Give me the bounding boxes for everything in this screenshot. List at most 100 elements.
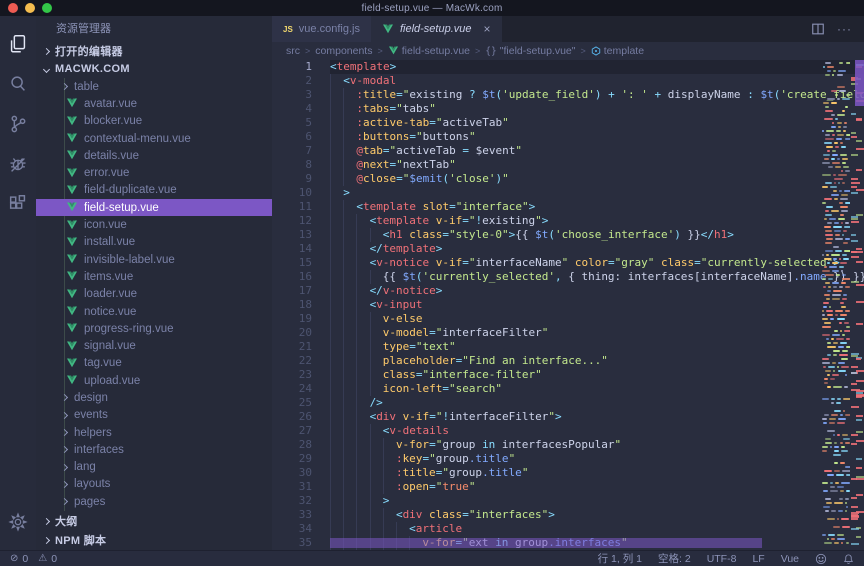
zoom-window-button[interactable]	[42, 3, 52, 13]
vue-file-icon	[66, 254, 78, 265]
settings-gear-icon[interactable]	[0, 502, 36, 542]
tree-folder-design[interactable]: design	[36, 389, 272, 406]
tree-file-tag.vue[interactable]: tag.vue	[36, 355, 272, 372]
code-line-6: :buttons="buttons"	[330, 130, 864, 144]
debug-icon[interactable]	[0, 144, 36, 184]
tree-file-contextual-menu.vue[interactable]: contextual-menu.vue	[36, 130, 272, 147]
tree-item-label: lang	[74, 461, 96, 473]
tab-field-setup.vue[interactable]: field-setup.vue ×	[371, 16, 502, 42]
vue-file-icon	[66, 185, 78, 196]
tree-file-loader.vue[interactable]: loader.vue	[36, 286, 272, 303]
vertical-scrollbar[interactable]	[855, 60, 864, 106]
tree-file-blocker.vue[interactable]: blocker.vue	[36, 113, 272, 130]
tree-file-invisible-label.vue[interactable]: invisible-label.vue	[36, 251, 272, 268]
breadcrumb-item[interactable]: components	[315, 45, 372, 57]
tree-file-error.vue[interactable]: error.vue	[36, 164, 272, 181]
minimap[interactable]	[822, 60, 850, 550]
code-line-34: <article	[330, 522, 864, 536]
tree-file-avatar.vue[interactable]: avatar.vue	[36, 95, 272, 112]
notifications-bell-icon	[843, 553, 854, 565]
vue-file-icon	[66, 341, 78, 352]
open-editors-section[interactable]: 打开的编辑器	[36, 42, 272, 60]
tree-item-label: items.vue	[84, 271, 133, 283]
vue-file-icon	[66, 237, 78, 248]
tree-item-label: design	[74, 392, 108, 404]
npm-scripts-label: NPM 脚本	[55, 532, 106, 548]
status-item-UTF-8[interactable]: UTF-8	[707, 553, 737, 565]
code-line-30: :title="group.title"	[330, 466, 864, 480]
status-item-0[interactable]: ⚠0	[38, 553, 57, 565]
breadcrumb-item[interactable]: field-setup.vue	[388, 45, 470, 57]
breadcrumb-item[interactable]: src	[286, 45, 300, 57]
tree-file-upload.vue[interactable]: upload.vue	[36, 372, 272, 389]
tree-file-items.vue[interactable]: items.vue	[36, 268, 272, 285]
tab-label: vue.config.js	[299, 23, 360, 35]
window-title: field-setup.vue — MacWk.com	[362, 3, 503, 14]
split-editor-icon[interactable]	[811, 22, 825, 36]
tree-file-details.vue[interactable]: details.vue	[36, 147, 272, 164]
breadcrumb-item[interactable]: {}"field-setup.vue"	[485, 45, 575, 57]
minimize-window-button[interactable]	[25, 3, 35, 13]
status-item[interactable]	[815, 553, 827, 565]
status-item[interactable]	[843, 553, 854, 565]
tree-file-notice.vue[interactable]: notice.vue	[36, 303, 272, 320]
horizontal-scrollbar[interactable]	[330, 538, 762, 548]
tree-file-field-duplicate.vue[interactable]: field-duplicate.vue	[36, 182, 272, 199]
code-line-24: icon-left="search"	[330, 382, 864, 396]
vue-file-icon	[66, 116, 78, 127]
status-label: UTF-8	[707, 553, 737, 565]
close-tab-icon[interactable]: ×	[484, 22, 491, 36]
status-item-空格: 2[interactable]: 空格: 2	[658, 551, 691, 566]
code-line-18: <v-input	[330, 298, 864, 312]
close-window-button[interactable]	[8, 3, 18, 13]
tree-file-progress-ring.vue[interactable]: progress-ring.vue	[36, 320, 272, 337]
search-icon[interactable]	[0, 64, 36, 104]
code-line-20: v-model="interfaceFilter"	[330, 326, 864, 340]
code-line-32: >	[330, 494, 864, 508]
status-item-LF[interactable]: LF	[752, 553, 764, 565]
vue-file-icon	[66, 133, 78, 144]
tree-folder-lang[interactable]: lang	[36, 459, 272, 476]
chevron-right-icon	[61, 464, 68, 471]
tab-label: field-setup.vue	[400, 23, 472, 35]
main-area: 资源管理器 打开的编辑器 MACWK.COM tableavatar.vuebl…	[0, 16, 864, 550]
vue-file-icon	[66, 306, 78, 317]
tree-file-signal.vue[interactable]: signal.vue	[36, 337, 272, 354]
explorer-icon[interactable]	[0, 24, 36, 64]
tree-file-field-setup.vue[interactable]: field-setup.vue	[36, 199, 272, 216]
traffic-lights	[8, 3, 52, 13]
breadcrumb-label: src	[286, 45, 300, 57]
status-item-行 1, 列 1[interactable]: 行 1, 列 1	[598, 551, 642, 566]
status-item-0[interactable]: ⊘0	[10, 553, 28, 565]
outline-section[interactable]: 大纲	[36, 512, 272, 530]
tree-folder-layouts[interactable]: layouts	[36, 476, 272, 493]
tree-folder-interfaces[interactable]: interfaces	[36, 441, 272, 458]
tree-file-install.vue[interactable]: install.vue	[36, 234, 272, 251]
vue-file-icon	[66, 150, 78, 161]
source-control-icon[interactable]	[0, 104, 36, 144]
npm-scripts-section[interactable]: NPM 脚本	[36, 531, 272, 549]
tree-folder-pages[interactable]: pages	[36, 493, 272, 510]
status-label: 空格: 2	[658, 551, 691, 566]
tree-item-label: avatar.vue	[84, 98, 137, 110]
tab-vue.config.js[interactable]: JSvue.config.js	[272, 16, 371, 42]
tree-item-label: helpers	[74, 427, 112, 439]
breadcrumb-separator: >	[581, 46, 586, 56]
breadcrumb-separator: >	[305, 46, 310, 56]
root-folder-row[interactable]: MACWK.COM	[36, 60, 272, 78]
chevron-right-icon	[43, 536, 50, 543]
code-line-3: :title="existing ? $t('update_field') + …	[330, 88, 864, 102]
tree-folder-events[interactable]: events	[36, 407, 272, 424]
tree-folder-table[interactable]: table	[36, 78, 272, 95]
code-line-13: <h1 class="style-0">{{ $t('choose_interf…	[330, 228, 864, 242]
chevron-right-icon	[43, 47, 50, 54]
tree-item-label: details.vue	[84, 150, 139, 162]
code-content[interactable]: <template><v-modal:title="existing ? $t(…	[330, 60, 864, 550]
breadcrumb-item[interactable]: template	[591, 45, 644, 57]
status-item-Vue[interactable]: Vue	[781, 553, 799, 565]
code-line-10: >	[330, 186, 864, 200]
more-actions-icon[interactable]: ···	[837, 22, 852, 36]
tree-file-icon.vue[interactable]: icon.vue	[36, 216, 272, 233]
extensions-icon[interactable]	[0, 184, 36, 224]
tree-folder-helpers[interactable]: helpers	[36, 424, 272, 441]
